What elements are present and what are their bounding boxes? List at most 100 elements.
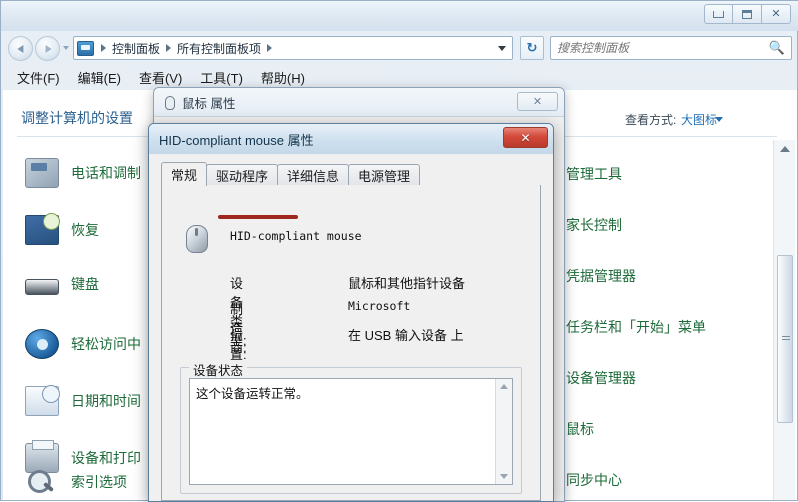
cp-item-sync-center[interactable]: 同步中心 [566,470,622,490]
cp-item-parental-controls[interactable]: 家长控制 [566,215,622,235]
breadcrumb-separator-icon [267,44,272,52]
scroll-down-icon[interactable] [500,474,508,479]
forward-arrow-icon [45,45,51,53]
device-status-text: 这个设备运转正常。 [190,379,495,484]
breadcrumb-separator-icon [166,44,171,52]
recent-pages-icon[interactable] [63,46,69,50]
view-by-label: 查看方式: [625,111,676,128]
cp-item-indexing-options[interactable]: 索引选项 [25,467,127,497]
cp-item-ease-of-access[interactable]: 轻松访问中 [25,329,141,359]
hid-dialog-body: 常规 驱动程序 详细信息 电源管理 HID-compliant mouse 设备… [149,154,553,501]
cp-item-label: 管理工具 [566,164,622,184]
breadcrumb[interactable]: 控制面板 所有控制面板项 [73,36,513,60]
cp-item-label: 键盘 [71,274,99,294]
search-box[interactable]: 🔍 [550,36,792,60]
cp-item-label: 任务栏和「开始」菜单 [566,317,706,337]
menu-item-edit[interactable]: 编辑(E) [78,68,121,87]
menu-item-tools[interactable]: 工具(T) [200,68,243,87]
cp-item-credential-manager[interactable]: 凭据管理器 [566,266,636,286]
hid-dialog-title: HID-compliant mouse 属性 [159,130,314,149]
close-icon: ✕ [771,9,780,20]
cp-item-label: 日期和时间 [71,391,141,411]
close-button[interactable]: ✕ [762,4,791,24]
refresh-icon: ↻ [527,40,538,56]
tab-power-management[interactable]: 电源管理 [348,164,420,186]
device-name: HID-compliant mouse [230,229,362,243]
cp-item-mouse[interactable]: 鼠标 [566,419,594,439]
mouse-icon [162,95,176,109]
tab-label: 详细信息 [287,166,339,185]
date-time-icon [25,386,59,416]
keyboard-icon [25,279,59,295]
field-label: 位置: [230,325,247,363]
hid-dialog-close-button[interactable]: ✕ [503,127,548,148]
breadcrumb-item-1[interactable]: 所有控制面板项 [175,40,263,57]
menu-item-view[interactable]: 查看(V) [139,68,182,87]
window-title-bar: ✕ [1,1,798,31]
cp-item-label: 设备管理器 [566,368,636,388]
cp-item-label: 同步中心 [566,470,622,490]
tab-label: 电源管理 [358,166,410,185]
mouse-properties-close-button[interactable]: ✕ [517,92,558,111]
cp-item-recovery[interactable]: 恢复 [25,215,99,245]
modem-icon [25,158,59,188]
cp-item-label: 轻松访问中 [71,334,141,354]
device-mouse-icon [180,223,216,253]
refresh-button[interactable]: ↻ [520,36,544,60]
view-by-value[interactable]: 大图标 [681,111,717,128]
cp-item-phone-modem[interactable]: 电话和调制 [25,158,141,188]
red-annotation-mark [218,215,298,219]
mouse-properties-title-bar: 鼠标 属性 ✕ [154,88,564,116]
tab-driver[interactable]: 驱动程序 [206,164,278,186]
cp-item-label: 设备和打印 [71,448,141,468]
control-panel-window: ✕ 控制面板 所有控制面板项 ↻ 🔍 文件(F) 编辑(E) 查看(V) 工具(… [0,0,798,501]
cp-item-device-manager[interactable]: 设备管理器 [566,368,636,388]
scrollbar-thumb[interactable] [777,255,793,423]
hid-mouse-properties-dialog: HID-compliant mouse 属性 ✕ 常规 驱动程序 详细信息 电源… [148,123,554,502]
cp-item-label: 家长控制 [566,215,622,235]
field-value: 在 USB 输入设备 上 [348,325,464,344]
search-input[interactable] [557,41,769,55]
maximize-button[interactable] [733,4,762,24]
cp-item-label: 电话和调制 [71,163,141,183]
content-scrollbar[interactable] [773,140,795,500]
search-options-icon [25,467,59,497]
cp-item-taskbar-start-menu[interactable]: 任务栏和「开始」菜单 [566,317,706,337]
tab-panel-general: HID-compliant mouse 设备类型: 鼠标和其他指针设备 制造商:… [161,185,541,501]
minimize-icon [713,11,724,18]
device-status-scrollbar[interactable] [495,379,512,484]
maximize-icon [742,10,752,19]
menu-item-file[interactable]: 文件(F) [17,68,60,87]
tab-label: 驱动程序 [216,166,268,185]
scroll-up-icon[interactable] [780,146,790,152]
cp-item-label: 恢复 [71,220,99,240]
device-status-label: 设备状态 [189,360,247,379]
back-button[interactable] [8,36,33,61]
tab-details[interactable]: 详细信息 [277,164,349,186]
minimize-button[interactable] [704,4,733,24]
breadcrumb-item-0[interactable]: 控制面板 [110,40,162,57]
tab-general[interactable]: 常规 [161,162,207,186]
ease-of-access-icon [25,329,59,359]
mouse-properties-title: 鼠标 属性 [182,93,235,112]
cp-item-label: 鼠标 [566,419,594,439]
scroll-up-icon[interactable] [500,384,508,389]
menu-item-help[interactable]: 帮助(H) [261,68,305,87]
breadcrumb-separator-icon [101,44,106,52]
recovery-icon [25,215,59,245]
cp-item-date-time[interactable]: 日期和时间 [25,386,141,416]
chevron-down-icon[interactable] [498,46,506,51]
hid-dialog-title-bar: HID-compliant mouse 属性 ✕ [149,124,553,154]
field-value: 鼠标和其他指针设备 [348,273,465,292]
forward-button[interactable] [35,36,60,61]
cp-item-administrative-tools[interactable]: 管理工具 [566,164,622,184]
cp-item-keyboard[interactable]: 键盘 [25,272,99,295]
device-status-textarea[interactable]: 这个设备运转正常。 [189,378,513,485]
close-icon: ✕ [533,95,542,108]
device-status-group: 设备状态 这个设备运转正常。 [180,367,522,494]
search-icon: 🔍 [769,40,785,56]
back-arrow-icon [17,45,23,53]
close-icon: ✕ [520,131,530,145]
chevron-down-icon[interactable] [715,117,723,122]
field-value: Microsoft [348,299,410,313]
